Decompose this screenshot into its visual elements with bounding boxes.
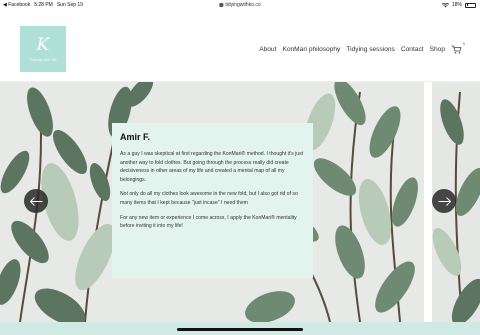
nav-item-shop[interactable]: Shop — [430, 46, 445, 53]
back-to-app-link[interactable]: ◀ Facebook — [3, 2, 30, 8]
nav-item-konmari-philosophy[interactable]: KonMari philosophy — [282, 46, 340, 53]
testimonial-card: Amir F. As a guy I was skeptical at firs… — [112, 123, 313, 278]
carousel-prev-button[interactable] — [24, 189, 48, 213]
testimonial-paragraph: As a guy I was skeptical at first regard… — [120, 151, 304, 183]
site-logo[interactable]: K Tidying with Ko — [20, 26, 66, 72]
battery-fill — [466, 4, 468, 6]
cart-count: 0 — [462, 41, 465, 46]
home-indicator[interactable] — [177, 328, 303, 331]
status-left: ◀ Facebook 5:28 PM Sun Sep 19 — [3, 2, 83, 8]
main-nav: About KonMari philosophy Tidying session… — [259, 41, 465, 54]
status-time: 5:28 PM — [34, 2, 53, 8]
nav-item-contact[interactable]: Contact — [401, 46, 424, 53]
carousel-next-button[interactable] — [432, 189, 456, 213]
cart-button[interactable]: 0 — [451, 41, 465, 54]
site-header: K Tidying with Ko About KonMari philosop… — [0, 9, 480, 82]
testimonial-paragraph: Not only do all my clothes look awesome … — [120, 191, 298, 206]
address-bar[interactable]: tidyingwithko.co — [219, 2, 261, 8]
battery-icon — [465, 2, 476, 8]
arrow-right-icon — [438, 196, 451, 206]
logo-mark: K — [36, 34, 50, 55]
status-right: 18% — [441, 2, 476, 8]
logo-text: Tidying with Ko — [29, 57, 57, 62]
url-text: tidyingwithko.co — [225, 2, 261, 8]
status-bar: ◀ Facebook 5:28 PM Sun Sep 19 tidyingwit… — [0, 0, 480, 9]
arrow-left-icon — [29, 196, 42, 206]
status-date: Sun Sep 19 — [56, 2, 83, 8]
battery-percent: 18% — [451, 2, 462, 8]
lock-icon — [219, 3, 224, 7]
testimonial-author: Amir F. — [120, 132, 151, 142]
cart-icon — [451, 45, 462, 54]
nav-item-tidying-sessions[interactable]: Tidying sessions — [346, 46, 395, 53]
wifi-icon — [441, 2, 449, 7]
testimonial-paragraph: For any new item or experience I come ac… — [120, 214, 297, 230]
nav-item-about[interactable]: About — [259, 46, 276, 53]
